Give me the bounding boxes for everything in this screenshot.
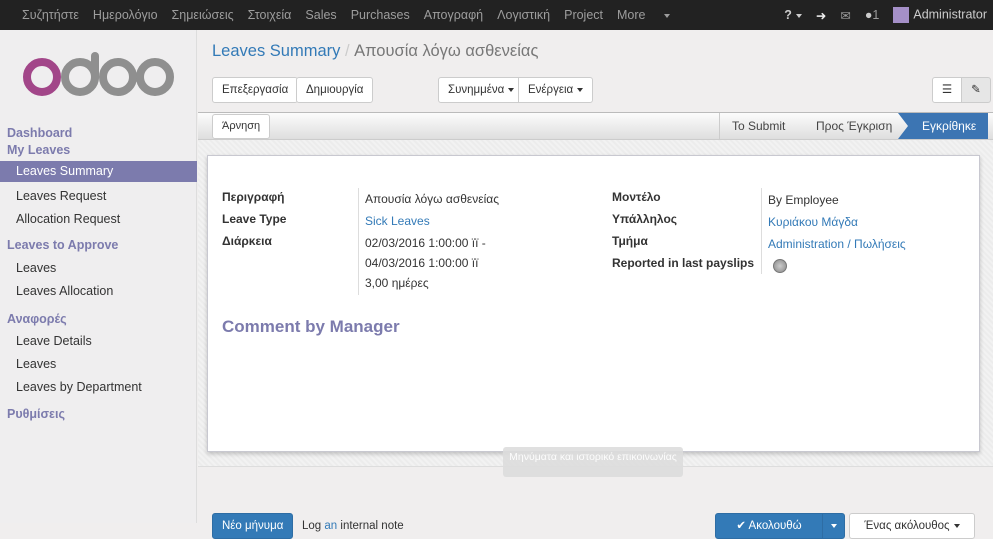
create-button[interactable]: Δημιουργία: [296, 77, 374, 103]
breadcrumb: Leaves Summary / Απουσία λόγω ασθενείας: [212, 42, 539, 60]
follow-button[interactable]: ✔ Ακολουθώ: [715, 513, 823, 539]
menu-discuss[interactable]: Συζητήστε: [22, 8, 79, 22]
chat-button[interactable]: ●1: [865, 8, 880, 22]
follow-options-button[interactable]: [822, 513, 845, 539]
log-note-link[interactable]: Log an internal note: [302, 520, 404, 532]
mail-icon[interactable]: ✉: [840, 8, 850, 23]
sidebar-header-settings[interactable]: Ρυθμίσεις: [0, 407, 197, 421]
followers-dropdown[interactable]: Ένας ακόλουθος: [849, 513, 975, 539]
refuse-button[interactable]: Άρνηση: [212, 114, 271, 139]
menu-accounting[interactable]: Λογιστική: [497, 8, 550, 22]
help-icon[interactable]: ?: [784, 8, 802, 22]
edit-button[interactable]: Επεξεργασία: [212, 77, 299, 103]
department-link[interactable]: Administration / Πωλήσεις: [768, 237, 906, 251]
menu-calendar[interactable]: Ημερολόγιο: [93, 8, 158, 22]
leave-type-link[interactable]: Sick Leaves: [365, 214, 430, 228]
employee-link[interactable]: Κυριάκου Μάγδα: [768, 215, 858, 229]
label-department: Τμήμα: [612, 234, 648, 248]
menu-notes[interactable]: Σημειώσεις: [172, 8, 234, 22]
sidebar-item-leaves[interactable]: Leaves: [0, 261, 197, 275]
main-content: Leaves Summary / Απουσία λόγω ασθενείας …: [198, 30, 993, 539]
caret-down-icon: [508, 87, 515, 92]
form-view-button[interactable]: ✎: [961, 77, 991, 103]
date-from: 02/03/2016 1:00:00 ïï -: [365, 236, 486, 250]
sidebar-item-leaves-by-department[interactable]: Leaves by Department: [0, 380, 197, 394]
sidebar-item-leaves-report[interactable]: Leaves: [0, 357, 197, 371]
stage-to-submit[interactable]: To Submit: [732, 119, 785, 133]
sidebar-item-leaves-request[interactable]: Leaves Request: [0, 189, 197, 203]
sidebar-item-leaves-summary[interactable]: Leaves Summary: [0, 161, 197, 182]
top-navbar: Συζητήστε Ημερολόγιο Σημειώσεις Στοιχεία…: [0, 0, 993, 30]
app-menu: Συζητήστε Ημερολόγιο Σημειώσεις Στοιχεία…: [0, 8, 684, 22]
menu-more[interactable]: More: [617, 8, 670, 22]
sidebar-header-my-leaves: My Leaves: [7, 143, 71, 157]
sidebar-header-reports[interactable]: Αναφορές: [0, 312, 197, 326]
menu-project[interactable]: Project: [564, 8, 603, 22]
user-menu[interactable]: Administrator: [893, 7, 987, 23]
list-view-button[interactable]: ☰: [932, 77, 962, 103]
description-value: Απουσία λόγω ασθενείας: [365, 192, 499, 206]
label-reported: Reported in last payslips: [612, 256, 755, 270]
caret-down-icon: [830, 523, 837, 528]
caret-down-icon: [663, 13, 670, 18]
sidebar: Dashboard My Leaves Leaves Summary Leave…: [0, 30, 197, 523]
list-icon: ☰: [941, 84, 953, 96]
form-background: Περιγραφή Leave Type Διάρκεια Απουσία λό…: [198, 140, 993, 466]
label-leave-type: Leave Type: [222, 212, 287, 226]
menu-sales[interactable]: Sales: [305, 8, 336, 22]
sidebar-item-leave-details[interactable]: Leave Details: [0, 334, 197, 348]
chatter: Μηνύματα και ιστορικό επικοινωνίας Νέο μ…: [198, 447, 993, 539]
attachments-dropdown[interactable]: Συνημμένα: [438, 77, 525, 103]
label-employee: Υπάλληλος: [612, 212, 678, 226]
sidebar-header-leaves-to-approve[interactable]: Leaves to Approve: [0, 238, 197, 252]
duration-days: 3,00 ημέρες: [365, 276, 429, 290]
menu-inventory[interactable]: Απογραφή: [424, 8, 483, 22]
mode-value: By Employee: [768, 193, 839, 207]
new-message-button[interactable]: Νέο μήνυμα: [212, 513, 294, 539]
sidebar-item-leaves-allocation[interactable]: Leaves Allocation: [0, 284, 197, 298]
breadcrumb-parent[interactable]: Leaves Summary: [212, 42, 340, 60]
label-duration: Διάρκεια: [222, 234, 272, 248]
reported-indicator: [773, 259, 787, 273]
label-description: Περιγραφή: [222, 190, 285, 204]
sidebar-item-allocation-request[interactable]: Allocation Request: [0, 212, 197, 226]
caret-down-icon: [577, 87, 584, 92]
caret-down-icon: [953, 523, 960, 528]
chatter-tooltip: Μηνύματα και ιστορικό επικοινωνίας: [503, 447, 683, 477]
statusbar: Άρνηση To Submit Προς Έγκριση Εγκρίθηκε: [198, 112, 993, 140]
comment-title: Comment by Manager: [222, 317, 400, 336]
logout-icon[interactable]: ➜: [816, 8, 826, 23]
actions-dropdown[interactable]: Ενέργεια: [518, 77, 594, 103]
form-sheet: Περιγραφή Leave Type Διάρκεια Απουσία λό…: [207, 155, 980, 452]
odoo-logo: [23, 52, 174, 96]
menu-contacts[interactable]: Στοιχεία: [248, 8, 292, 22]
avatar: [893, 7, 910, 23]
label-mode: Μοντέλο: [612, 190, 661, 204]
menu-purchases[interactable]: Purchases: [351, 8, 410, 22]
stage-to-approve[interactable]: Προς Έγκριση: [816, 119, 892, 133]
breadcrumb-current: Απουσία λόγω ασθενείας: [354, 42, 539, 60]
edit-icon: ✎: [971, 84, 981, 96]
date-to: 04/03/2016 1:00:00 ïï: [365, 256, 479, 270]
sidebar-dashboard[interactable]: Dashboard: [0, 126, 197, 140]
stage-approved[interactable]: Εγκρίθηκε: [898, 113, 988, 139]
